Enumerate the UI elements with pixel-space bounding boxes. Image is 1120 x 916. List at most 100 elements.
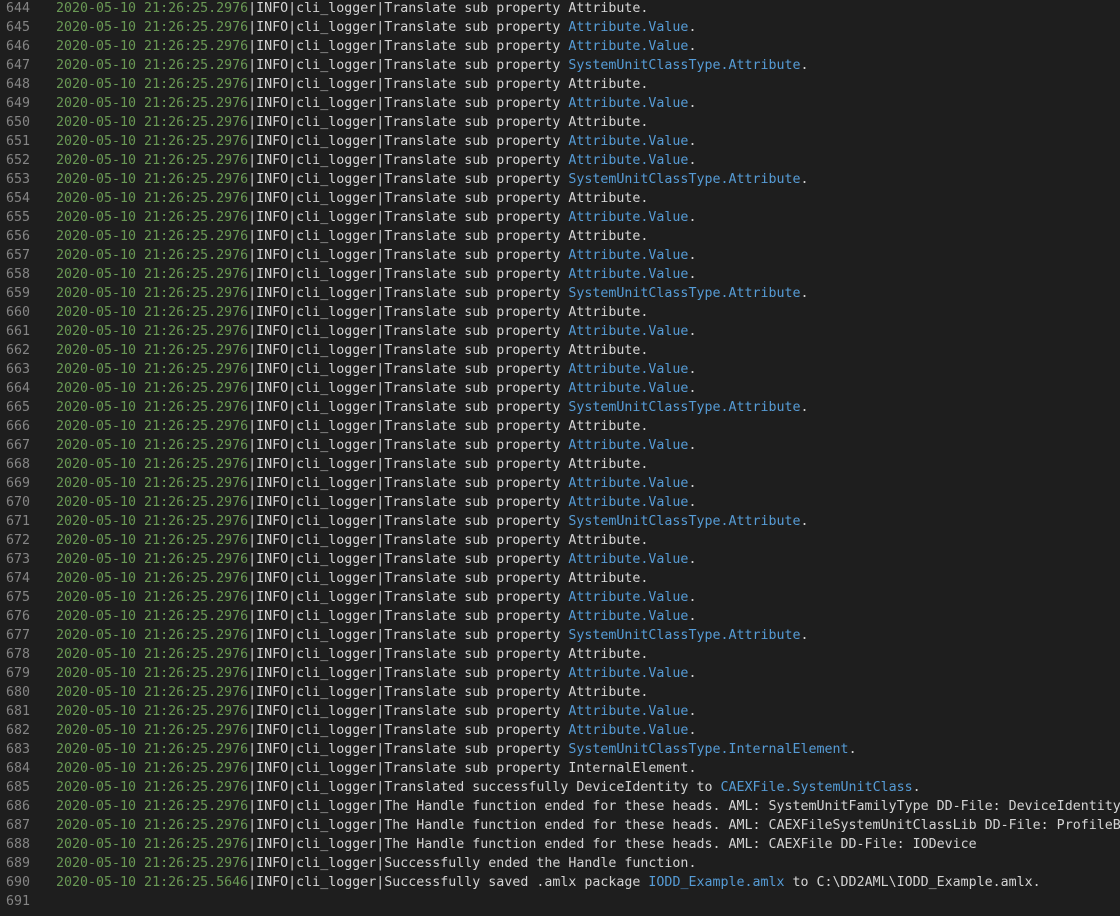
log-line[interactable]: 653 2020-05-10 21:26:25.2976|INFO|cli_log… [0, 170, 1120, 189]
line-content: 2020-05-10 21:26:25.2976|INFO|cli_logger… [30, 37, 696, 56]
log-line[interactable]: 686 2020-05-10 21:26:25.2976|INFO|cli_log… [0, 797, 1120, 816]
timestamp: 2020-05-10 21:26:25.2976 [56, 457, 249, 472]
line-content: 2020-05-10 21:26:25.2976|INFO|cli_logger… [30, 550, 696, 569]
log-line[interactable]: 666 2020-05-10 21:26:25.2976|INFO|cli_log… [0, 417, 1120, 436]
line-number: 671 [5, 514, 30, 529]
log-line[interactable]: 656 2020-05-10 21:26:25.2976|INFO|cli_log… [0, 227, 1120, 246]
log-line[interactable]: 658 2020-05-10 21:26:25.2976|INFO|cli_log… [0, 265, 1120, 284]
log-line[interactable]: 680 2020-05-10 21:26:25.2976|INFO|cli_log… [0, 683, 1120, 702]
line-content: 2020-05-10 21:26:25.2976|INFO|cli_logger… [30, 18, 696, 37]
log-message: |INFO|cli_logger|Translate sub property [248, 476, 569, 491]
log-line[interactable]: 669 2020-05-10 21:26:25.2976|INFO|cli_log… [0, 474, 1120, 493]
log-line[interactable]: 646 2020-05-10 21:26:25.2976|INFO|cli_log… [0, 37, 1120, 56]
log-line[interactable]: 644 2020-05-10 21:26:25.2976|INFO|cli_log… [0, 0, 1120, 18]
line-number: 677 [5, 628, 30, 643]
highlighted-token: CAEXFile.SystemUnitClass [720, 780, 913, 795]
log-line[interactable]: 668 2020-05-10 21:26:25.2976|INFO|cli_log… [0, 455, 1120, 474]
line-content: 2020-05-10 21:26:25.5646|INFO|cli_logger… [30, 873, 1041, 892]
line-content: 2020-05-10 21:26:25.2976|INFO|cli_logger… [30, 512, 809, 531]
line-content: 2020-05-10 21:26:25.2976|INFO|cli_logger… [30, 607, 696, 626]
log-line[interactable]: 648 2020-05-10 21:26:25.2976|INFO|cli_log… [0, 75, 1120, 94]
log-message: |INFO|cli_logger|Translate sub property [248, 723, 569, 738]
log-line[interactable]: 675 2020-05-10 21:26:25.2976|INFO|cli_log… [0, 588, 1120, 607]
log-line[interactable]: 670 2020-05-10 21:26:25.2976|INFO|cli_log… [0, 493, 1120, 512]
highlighted-token: SystemUnitClassType.Attribute [568, 514, 801, 529]
log-message: |INFO|cli_logger|Translate sub property [248, 495, 569, 510]
log-line[interactable]: 673 2020-05-10 21:26:25.2976|INFO|cli_log… [0, 550, 1120, 569]
log-message: |INFO|cli_logger|Translate sub property [248, 590, 569, 605]
log-message-tail: . [688, 134, 697, 149]
line-content: 2020-05-10 21:26:25.2976|INFO|cli_logger… [30, 417, 648, 436]
highlighted-token: Attribute.Value [568, 39, 689, 54]
line-content: 2020-05-10 21:26:25.2976|INFO|cli_logger… [30, 531, 648, 550]
timestamp: 2020-05-10 21:26:25.2976 [56, 58, 249, 73]
log-line[interactable]: 684 2020-05-10 21:26:25.2976|INFO|cli_log… [0, 759, 1120, 778]
line-content: 2020-05-10 21:26:25.2976|INFO|cli_logger… [30, 702, 696, 721]
timestamp: 2020-05-10 21:26:25.2976 [56, 666, 249, 681]
log-line[interactable]: 689 2020-05-10 21:26:25.2976|INFO|cli_log… [0, 854, 1120, 873]
log-line[interactable]: 690 2020-05-10 21:26:25.5646|INFO|cli_log… [0, 873, 1120, 892]
log-line[interactable]: 688 2020-05-10 21:26:25.2976|INFO|cli_log… [0, 835, 1120, 854]
line-content: 2020-05-10 21:26:25.2976|INFO|cli_logger… [30, 683, 648, 702]
log-line[interactable]: 691 [0, 892, 1120, 911]
log-line[interactable]: 657 2020-05-10 21:26:25.2976|INFO|cli_log… [0, 246, 1120, 265]
timestamp: 2020-05-10 21:26:25.2976 [56, 191, 249, 206]
log-line[interactable]: 671 2020-05-10 21:26:25.2976|INFO|cli_log… [0, 512, 1120, 531]
timestamp: 2020-05-10 21:26:25.2976 [56, 742, 249, 757]
log-line[interactable]: 679 2020-05-10 21:26:25.2976|INFO|cli_log… [0, 664, 1120, 683]
log-editor[interactable]: 644 2020-05-10 21:26:25.2976|INFO|cli_log… [0, 0, 1120, 916]
log-line[interactable]: 650 2020-05-10 21:26:25.2976|INFO|cli_log… [0, 113, 1120, 132]
log-message-tail: . [688, 438, 697, 453]
line-content: 2020-05-10 21:26:25.2976|INFO|cli_logger… [30, 0, 648, 18]
line-number: 691 [5, 894, 30, 909]
log-line[interactable]: 674 2020-05-10 21:26:25.2976|INFO|cli_log… [0, 569, 1120, 588]
line-number: 690 [5, 875, 30, 890]
log-line[interactable]: 663 2020-05-10 21:26:25.2976|INFO|cli_log… [0, 360, 1120, 379]
log-line[interactable]: 647 2020-05-10 21:26:25.2976|INFO|cli_log… [0, 56, 1120, 75]
line-number: 675 [5, 590, 30, 605]
line-content: 2020-05-10 21:26:25.2976|INFO|cli_logger… [30, 227, 648, 246]
log-line[interactable]: 678 2020-05-10 21:26:25.2976|INFO|cli_log… [0, 645, 1120, 664]
log-line[interactable]: 682 2020-05-10 21:26:25.2976|INFO|cli_log… [0, 721, 1120, 740]
log-line[interactable]: 687 2020-05-10 21:26:25.2976|INFO|cli_log… [0, 816, 1120, 835]
log-line[interactable]: 662 2020-05-10 21:26:25.2976|INFO|cli_log… [0, 341, 1120, 360]
highlighted-token: Attribute.Value [568, 704, 689, 719]
log-line[interactable]: 681 2020-05-10 21:26:25.2976|INFO|cli_log… [0, 702, 1120, 721]
log-line[interactable]: 685 2020-05-10 21:26:25.2976|INFO|cli_log… [0, 778, 1120, 797]
timestamp: 2020-05-10 21:26:25.2976 [56, 476, 249, 491]
line-number: 674 [5, 571, 30, 586]
log-line[interactable]: 649 2020-05-10 21:26:25.2976|INFO|cli_log… [0, 94, 1120, 113]
log-line[interactable]: 661 2020-05-10 21:26:25.2976|INFO|cli_log… [0, 322, 1120, 341]
log-line[interactable]: 660 2020-05-10 21:26:25.2976|INFO|cli_log… [0, 303, 1120, 322]
log-message-tail: . [688, 248, 697, 263]
log-line[interactable]: 665 2020-05-10 21:26:25.2976|INFO|cli_log… [0, 398, 1120, 417]
timestamp: 2020-05-10 21:26:25.2976 [56, 96, 249, 111]
log-line[interactable]: 664 2020-05-10 21:26:25.2976|INFO|cli_log… [0, 379, 1120, 398]
log-message-tail: Attribute. [568, 457, 649, 472]
log-line[interactable]: 672 2020-05-10 21:26:25.2976|INFO|cli_log… [0, 531, 1120, 550]
highlighted-token: Attribute.Value [568, 362, 689, 377]
log-message: |INFO|cli_logger|Translate sub property [248, 324, 569, 339]
log-line[interactable]: 645 2020-05-10 21:26:25.2976|INFO|cli_log… [0, 18, 1120, 37]
log-line[interactable]: 659 2020-05-10 21:26:25.2976|INFO|cli_log… [0, 284, 1120, 303]
log-message: |INFO|cli_logger|Translate sub property [248, 20, 569, 35]
timestamp: 2020-05-10 21:26:25.2976 [56, 856, 249, 871]
log-line[interactable]: 683 2020-05-10 21:26:25.2976|INFO|cli_log… [0, 740, 1120, 759]
log-line[interactable]: 667 2020-05-10 21:26:25.2976|INFO|cli_log… [0, 436, 1120, 455]
log-line[interactable]: 654 2020-05-10 21:26:25.2976|INFO|cli_log… [0, 189, 1120, 208]
line-content: 2020-05-10 21:26:25.2976|INFO|cli_logger… [30, 75, 648, 94]
timestamp: 2020-05-10 21:26:25.2976 [56, 229, 249, 244]
log-line[interactable]: 677 2020-05-10 21:26:25.2976|INFO|cli_log… [0, 626, 1120, 645]
line-content: 2020-05-10 21:26:25.2976|INFO|cli_logger… [30, 778, 921, 797]
log-message-tail: Attribute. [568, 343, 649, 358]
log-line[interactable]: 655 2020-05-10 21:26:25.2976|INFO|cli_log… [0, 208, 1120, 227]
log-message: |INFO|cli_logger|Translate sub property [248, 514, 569, 529]
log-line[interactable]: 676 2020-05-10 21:26:25.2976|INFO|cli_log… [0, 607, 1120, 626]
log-message: |INFO|cli_logger|Translate sub property [248, 58, 569, 73]
log-line[interactable]: 652 2020-05-10 21:26:25.2976|INFO|cli_log… [0, 151, 1120, 170]
line-number: 654 [5, 191, 30, 206]
log-line[interactable]: 651 2020-05-10 21:26:25.2976|INFO|cli_log… [0, 132, 1120, 151]
timestamp: 2020-05-10 21:26:25.2976 [56, 362, 249, 377]
log-message-tail: . [688, 362, 697, 377]
log-message: |INFO|cli_logger|Translated successfully… [248, 780, 721, 795]
